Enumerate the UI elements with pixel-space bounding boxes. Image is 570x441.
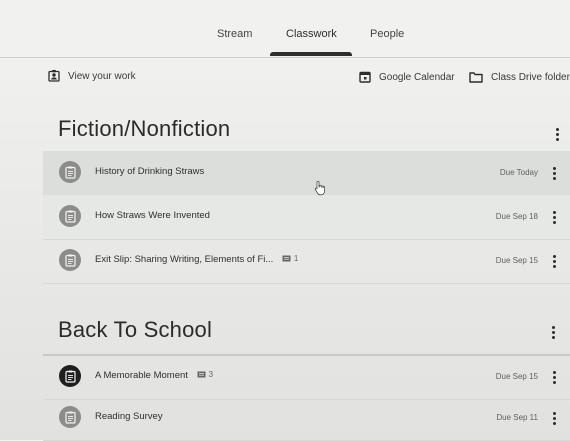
comment-count: 3 <box>197 370 213 379</box>
section-more-options-button[interactable] <box>552 124 562 144</box>
assignment-row[interactable]: How Straws Were Invented Due Sep 18 <box>43 195 570 240</box>
assignment-title: Exit Slip: Sharing Writing, Elements of … <box>95 254 298 265</box>
assignment-more-options-button[interactable] <box>551 208 557 226</box>
section-title-back-to-school: Back To School <box>58 317 213 342</box>
assignment-ind-icon <box>48 70 60 82</box>
due-date: Due Sep 15 <box>495 256 538 265</box>
google-calendar-label: Google Calendar <box>379 71 455 83</box>
classwork-toolbar: View your work Google Calendar Class Dri… <box>0 57 570 97</box>
assignment-title: How Straws Were Invented <box>95 210 210 221</box>
comment-count-value: 1 <box>293 254 299 263</box>
hand-pointer-icon <box>314 180 325 196</box>
assignment-icon <box>59 249 81 271</box>
assignment-icon <box>59 161 81 183</box>
assignment-icon <box>59 365 81 387</box>
due-date: Due Sep 11 <box>496 413 538 422</box>
assignment-icon <box>59 406 81 428</box>
comment-icon <box>282 255 291 262</box>
due-date: Due Today <box>499 168 538 177</box>
tab-stream[interactable]: Stream <box>217 28 252 40</box>
assignment-row[interactable]: Exit Slip: Sharing Writing, Elements of … <box>43 239 570 284</box>
assignment-title-text: Exit Slip: Sharing Writing, Elements of … <box>95 254 274 265</box>
due-date: Due Sep 18 <box>495 212 538 221</box>
google-calendar-button[interactable]: Google Calendar <box>359 71 455 83</box>
section-title-fiction-nonfiction: Fiction/Nonfiction <box>58 116 231 141</box>
comment-count-value: 3 <box>208 370 214 379</box>
view-your-work-label: View your work <box>68 70 136 82</box>
assignment-more-options-button[interactable] <box>551 409 557 427</box>
tab-people[interactable]: People <box>370 28 404 40</box>
assignment-title: History of Drinking Straws <box>95 166 205 177</box>
tab-bar: Stream Classwork People <box>0 0 570 58</box>
assignment-title: A Memorable Moment 3 <box>95 370 213 381</box>
folder-icon <box>469 72 483 83</box>
class-drive-folder-button[interactable]: Class Drive folder <box>469 71 570 83</box>
assignment-row[interactable]: A Memorable Moment 3 Due Sep 15 <box>43 355 570 400</box>
assignment-row[interactable]: History of Drinking Straws Due Today <box>43 151 570 196</box>
tab-classwork[interactable]: Classwork <box>286 28 337 40</box>
assignment-more-options-button[interactable] <box>551 164 557 182</box>
assignment-icon <box>59 205 81 227</box>
due-date: Due Sep 15 <box>495 372 538 381</box>
calendar-icon <box>359 71 371 83</box>
class-drive-folder-label: Class Drive folder <box>491 71 570 83</box>
assignment-title: Reading Survey <box>95 411 163 422</box>
assignment-more-options-button[interactable] <box>551 368 557 386</box>
assignment-row[interactable]: Reading Survey Due Sep 11 <box>43 396 570 441</box>
section-more-options-button[interactable] <box>548 322 558 342</box>
assignment-title-text: A Memorable Moment <box>95 370 188 381</box>
assignment-more-options-button[interactable] <box>551 252 557 270</box>
comment-icon <box>197 371 206 378</box>
comment-count: 1 <box>282 254 298 263</box>
view-your-work-button[interactable]: View your work <box>48 70 136 82</box>
tab-active-indicator <box>270 52 352 56</box>
